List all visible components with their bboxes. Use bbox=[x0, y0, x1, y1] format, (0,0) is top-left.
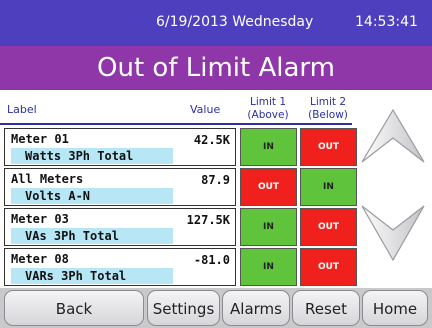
button-bar: Back Settings Alarms Reset Home bbox=[0, 288, 432, 328]
quantity-name: VAs 3Ph Total bbox=[25, 229, 119, 243]
quantity-name: Watts 3Ph Total bbox=[25, 149, 134, 163]
alarms-button[interactable]: Alarms bbox=[222, 290, 290, 326]
quantity-name: VARs 3Ph Total bbox=[25, 269, 127, 283]
table-row[interactable]: All Meters Volts A-N 87.9 OUT IN bbox=[0, 166, 357, 206]
time-display: 14:53:41 bbox=[355, 14, 418, 30]
column-header-label: Label bbox=[7, 103, 37, 116]
column-header-limit2: Limit 2 (Below) bbox=[300, 96, 356, 122]
reading-value: 42.5K bbox=[193, 133, 230, 147]
table-row[interactable]: Meter 01 Watts 3Ph Total 42.5K IN OUT bbox=[0, 126, 357, 166]
limit1-status: IN bbox=[240, 248, 297, 286]
column-header-limit1-title: Limit 1 bbox=[249, 96, 287, 108]
reading-value: 87.9 bbox=[201, 173, 230, 187]
alarm-table: Label Value Limit 1 (Above) Limit 2 (Bel… bbox=[0, 90, 432, 288]
row-label-box: Meter 08 VARs 3Ph Total -81.0 bbox=[4, 248, 236, 286]
reset-button[interactable]: Reset bbox=[292, 290, 360, 326]
column-header-value: Value bbox=[190, 103, 221, 116]
chevron-down-icon[interactable] bbox=[358, 194, 428, 274]
date-display: 6/19/2013 Wednesday bbox=[156, 14, 314, 30]
column-header-limit1-sub: (Above) bbox=[247, 109, 289, 121]
reading-value: 127.5K bbox=[186, 213, 230, 227]
header-divider bbox=[0, 123, 352, 125]
limit2-status: OUT bbox=[300, 248, 357, 286]
status-bar: 6/19/2013 Wednesday 14:53:41 bbox=[0, 0, 432, 46]
meter-name: All Meters bbox=[11, 172, 84, 186]
limit1-status: OUT bbox=[240, 168, 297, 206]
limit1-status: IN bbox=[240, 128, 297, 166]
column-header-limit1: Limit 1 (Above) bbox=[240, 96, 296, 122]
meter-name: Meter 08 bbox=[11, 252, 69, 266]
home-button[interactable]: Home bbox=[362, 290, 428, 326]
page-title: Out of Limit Alarm bbox=[0, 46, 432, 90]
row-label-box: Meter 03 VAs 3Ph Total 127.5K bbox=[4, 208, 236, 246]
limit2-status: OUT bbox=[300, 208, 357, 246]
table-row[interactable]: Meter 03 VAs 3Ph Total 127.5K IN OUT bbox=[0, 206, 357, 246]
meter-name: Meter 03 bbox=[11, 212, 69, 226]
row-label-box: All Meters Volts A-N 87.9 bbox=[4, 168, 236, 206]
back-button[interactable]: Back bbox=[4, 290, 144, 326]
limit1-status: IN bbox=[240, 208, 297, 246]
column-header-limit2-sub: (Below) bbox=[308, 109, 348, 121]
settings-button[interactable]: Settings bbox=[147, 290, 220, 326]
limit2-status: OUT bbox=[300, 128, 357, 166]
meter-name: Meter 01 bbox=[11, 132, 69, 146]
column-header-limit2-title: Limit 2 bbox=[309, 96, 347, 108]
table-row[interactable]: Meter 08 VARs 3Ph Total -81.0 IN OUT bbox=[0, 246, 357, 286]
chevron-up-icon[interactable] bbox=[358, 104, 428, 184]
row-label-box: Meter 01 Watts 3Ph Total 42.5K bbox=[4, 128, 236, 166]
reading-value: -81.0 bbox=[193, 253, 230, 267]
limit2-status: IN bbox=[300, 168, 357, 206]
quantity-name: Volts A-N bbox=[25, 189, 91, 203]
